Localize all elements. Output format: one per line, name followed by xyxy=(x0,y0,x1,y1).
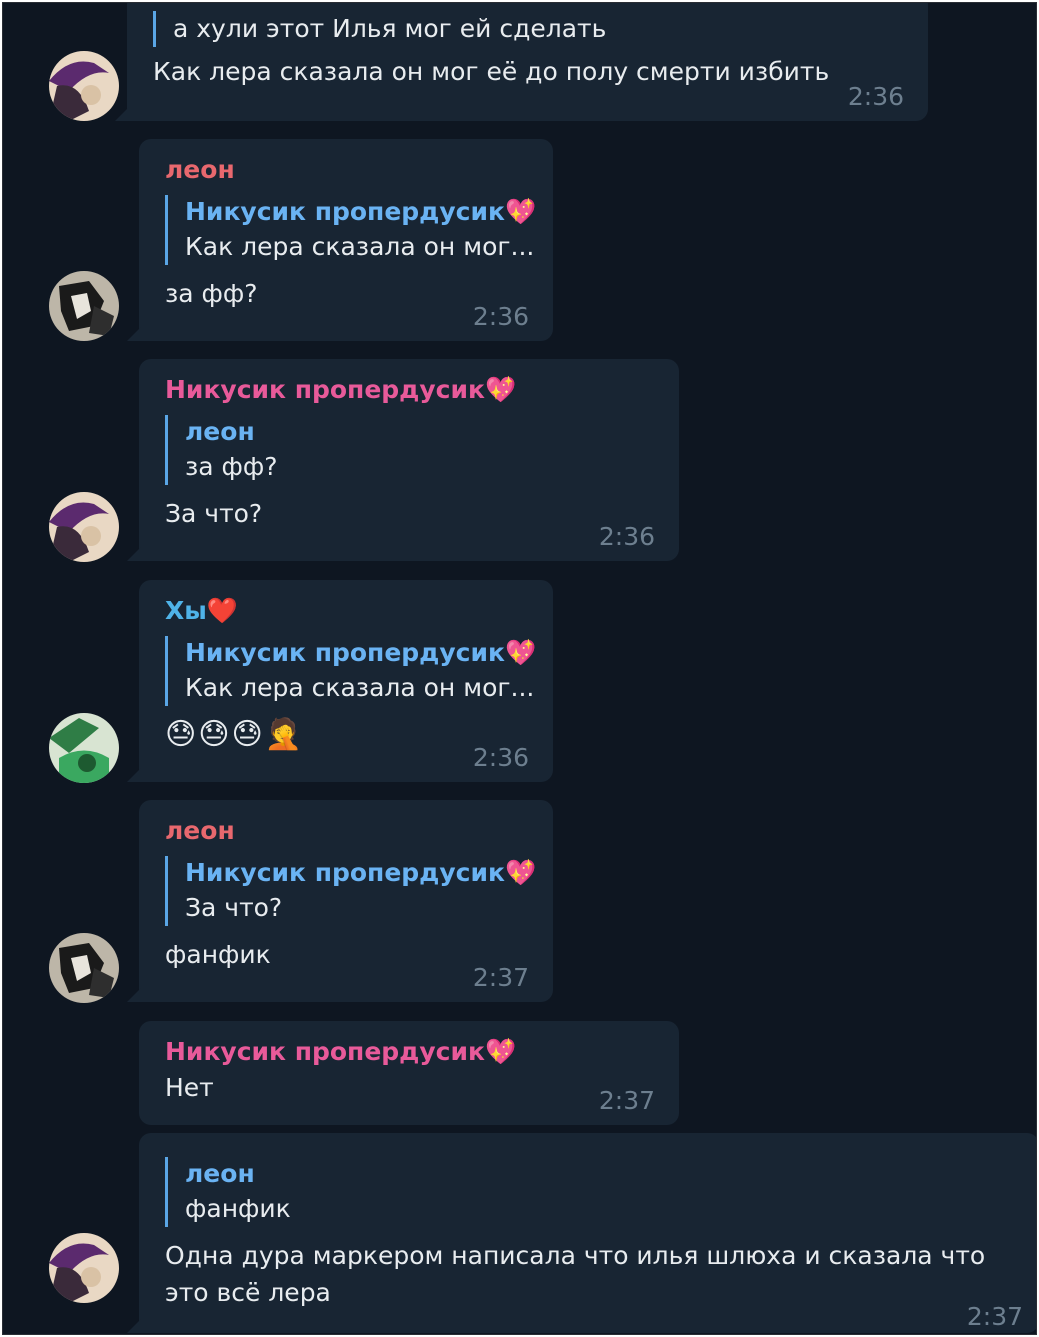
avatar-leon[interactable] xyxy=(49,933,119,1003)
bubble-tail xyxy=(127,988,141,1002)
sender-name[interactable]: Никусик пропердусик💖 xyxy=(165,373,653,407)
message-bubble[interactable]: леон Никусик пропердусик💖 За что? фанфик… xyxy=(127,800,553,1002)
message-bubble[interactable]: леон фанфик Одна дура маркером написала … xyxy=(127,1133,1036,1333)
avatar-nikusik[interactable] xyxy=(49,492,119,562)
message-time: 2:36 xyxy=(847,82,904,111)
reply-text: за фф? xyxy=(185,452,278,481)
sender-name[interactable]: Никусик пропердусик💖 xyxy=(165,1035,653,1069)
reply-text: За что? xyxy=(185,893,283,922)
chat-window: а хули этот Илья мог ей сделать Как лера… xyxy=(2,2,1037,1335)
bubble-tail xyxy=(127,547,141,561)
message-bubble[interactable]: Никусик пропердусик💖 леон за фф? За что?… xyxy=(127,359,679,561)
message-bubble[interactable]: Никусик пропердусик💖 Нет 2:37 xyxy=(139,1021,679,1125)
bubble-tail xyxy=(127,327,141,341)
black-white-avatar-icon xyxy=(49,933,119,1003)
message-time: 2:36 xyxy=(598,522,655,551)
message-time: 2:37 xyxy=(966,1302,1023,1331)
sender-name[interactable]: леон xyxy=(165,814,527,848)
message-time: 2:37 xyxy=(472,963,529,992)
sender-name[interactable]: леон xyxy=(165,153,527,187)
reply-quote[interactable]: леон за фф? xyxy=(165,415,653,485)
message-bubble[interactable]: а хули этот Илья мог ей сделать Как лера… xyxy=(115,3,928,121)
avatar-hy[interactable] xyxy=(49,713,119,783)
message-text-line: Одна дура маркером написала что илья шлю… xyxy=(165,1241,986,1270)
reply-text: Как лера сказала он мог... xyxy=(185,673,535,702)
reply-text: фанфик xyxy=(185,1194,291,1223)
green-avatar-icon xyxy=(49,713,119,783)
purple-hat-avatar-icon xyxy=(49,492,119,562)
avatar-leon[interactable] xyxy=(49,271,119,341)
message-time: 2:37 xyxy=(598,1086,655,1115)
sender-name[interactable]: Хы❤️ xyxy=(165,594,527,628)
reply-name: Никусик пропердусик💖 xyxy=(185,858,537,887)
reply-text: а хули этот Илья мог ей сделать xyxy=(173,14,607,43)
bubble-tail xyxy=(127,768,141,782)
message-text: Нет xyxy=(165,1073,214,1102)
message-text: За что? xyxy=(165,499,263,528)
avatar-nikusik[interactable] xyxy=(49,51,119,121)
message-time: 2:36 xyxy=(472,743,529,772)
bubble-tail xyxy=(115,107,129,121)
message-text-line: это всё лера xyxy=(165,1278,331,1307)
message-bubble[interactable]: леон Никусик пропердусик💖 Как лера сказа… xyxy=(127,139,553,341)
reply-quote[interactable]: а хули этот Илья мог ей сделать xyxy=(153,11,902,47)
reply-name: Никусик пропердусик💖 xyxy=(185,197,537,226)
purple-hat-avatar-icon xyxy=(49,1233,119,1303)
message-time: 2:36 xyxy=(472,302,529,331)
reply-quote[interactable]: Никусик пропердусик💖 Как лера сказала он… xyxy=(165,636,537,706)
reply-name: леон xyxy=(185,417,255,446)
avatar-nikusik[interactable] xyxy=(49,1233,119,1303)
reply-quote[interactable]: Никусик пропердусик💖 Как лера сказала он… xyxy=(165,195,537,265)
bubble-tail xyxy=(127,1319,141,1333)
reply-quote[interactable]: леон фанфик xyxy=(165,1157,1013,1227)
reply-quote[interactable]: Никусик пропердусик💖 За что? xyxy=(165,856,537,926)
black-white-avatar-icon xyxy=(49,271,119,341)
reply-name: Никусик пропердусик💖 xyxy=(185,638,537,667)
reply-text: Как лера сказала он мог... xyxy=(185,232,535,261)
message-bubble[interactable]: Хы❤️ Никусик пропердусик💖 Как лера сказа… xyxy=(127,580,553,782)
reply-name: леон xyxy=(185,1159,255,1188)
purple-hat-avatar-icon xyxy=(49,51,119,121)
message-text: Как лера сказала он мог её до полу смерт… xyxy=(153,57,830,86)
